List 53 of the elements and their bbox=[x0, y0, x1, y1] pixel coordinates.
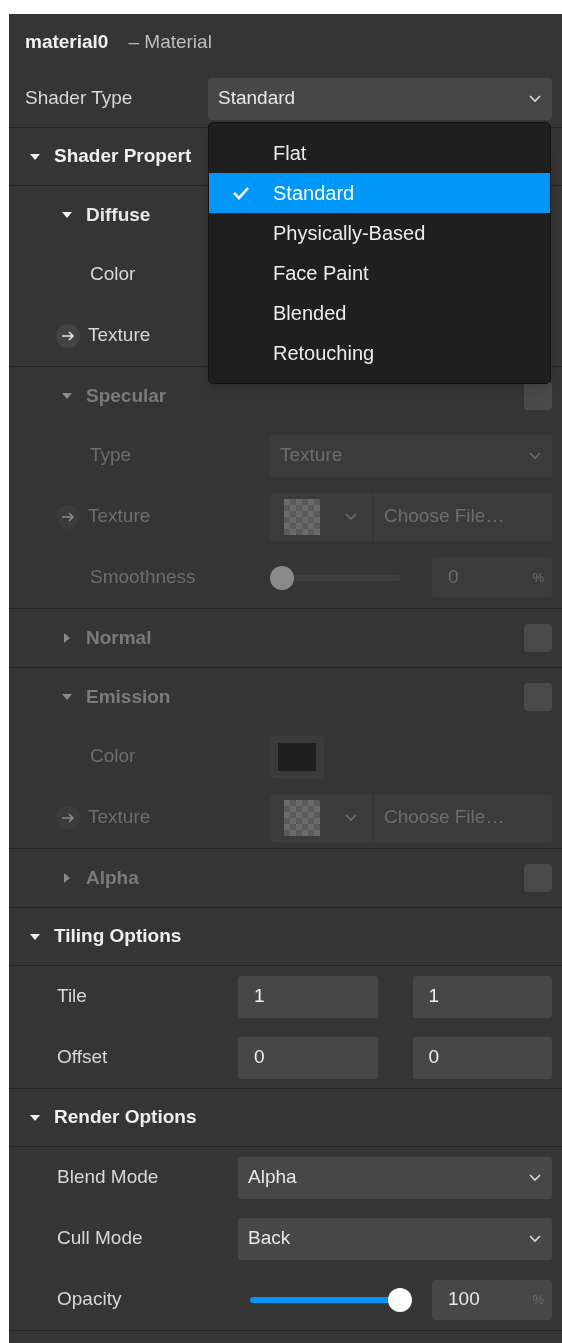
property-label: Opacity bbox=[57, 1287, 122, 1312]
number-field[interactable]: 1 bbox=[238, 975, 378, 1018]
shader-type-label: Shader Type bbox=[24, 86, 134, 111]
arrow-right-icon[interactable] bbox=[56, 504, 80, 529]
property-label: Texture bbox=[88, 504, 151, 529]
unit-label: % bbox=[532, 568, 544, 587]
group-title[interactable]: Diffuse bbox=[86, 200, 151, 230]
menu-item[interactable]: Retouching bbox=[209, 333, 550, 373]
property-label: Tile bbox=[57, 984, 87, 1009]
property-label: Cull Mode bbox=[57, 1226, 143, 1251]
arrow-right-icon[interactable] bbox=[56, 323, 80, 348]
property-label: Color bbox=[90, 744, 136, 769]
chevron-down-icon bbox=[528, 93, 542, 104]
color-swatch[interactable] bbox=[270, 735, 324, 778]
dropdown[interactable]: Back bbox=[238, 1217, 552, 1260]
chevron-down-icon bbox=[344, 812, 358, 823]
slider-thumb[interactable] bbox=[270, 565, 294, 590]
property-label: Blend Mode bbox=[57, 1165, 159, 1190]
menu-item[interactable]: Flat bbox=[209, 133, 550, 173]
dropdown[interactable]: Standard bbox=[208, 77, 552, 120]
number-field[interactable]: 0 bbox=[412, 1036, 552, 1079]
checkerboard-icon bbox=[284, 799, 320, 836]
menu-item[interactable]: Physically-Based bbox=[209, 213, 550, 253]
section-title[interactable]: Render Options bbox=[54, 1103, 197, 1132]
chevron-down-icon bbox=[344, 511, 358, 522]
property-label: Texture bbox=[88, 805, 151, 830]
section-title[interactable]: Tiling Options bbox=[54, 922, 182, 951]
property-label: Offset bbox=[57, 1045, 108, 1070]
section-title[interactable]: Shader Propert bbox=[54, 142, 192, 171]
number-value: 100 bbox=[448, 1287, 480, 1312]
checkerboard-icon bbox=[284, 498, 320, 535]
property-label: Smoothness bbox=[90, 565, 196, 590]
unit-label: % bbox=[532, 1290, 544, 1309]
number-field[interactable]: 0 bbox=[238, 1036, 378, 1079]
texture-picker[interactable] bbox=[270, 793, 372, 842]
material-type: – Material bbox=[128, 29, 212, 54]
texture-picker[interactable] bbox=[270, 492, 372, 541]
chevron-down-icon bbox=[528, 1233, 542, 1244]
property-label: Texture bbox=[88, 323, 151, 348]
property-label: Type bbox=[90, 443, 132, 468]
slider-thumb[interactable] bbox=[388, 1287, 412, 1312]
chevron-down-icon bbox=[528, 1172, 542, 1183]
property-label: Color bbox=[90, 262, 136, 287]
dropdown[interactable]: Alpha bbox=[238, 1156, 552, 1199]
menu-item[interactable]: Face Paint bbox=[209, 253, 550, 293]
material-name: material0 bbox=[25, 29, 109, 54]
checkmark-icon bbox=[232, 185, 250, 201]
menu-item[interactable]: Blended bbox=[209, 293, 550, 333]
number-field[interactable]: 100 % bbox=[432, 1279, 552, 1320]
arrow-right-icon[interactable] bbox=[56, 805, 80, 830]
chevron-down-icon bbox=[528, 450, 542, 461]
checkbox[interactable] bbox=[524, 382, 552, 410]
number-field[interactable]: 1 bbox=[412, 975, 552, 1018]
